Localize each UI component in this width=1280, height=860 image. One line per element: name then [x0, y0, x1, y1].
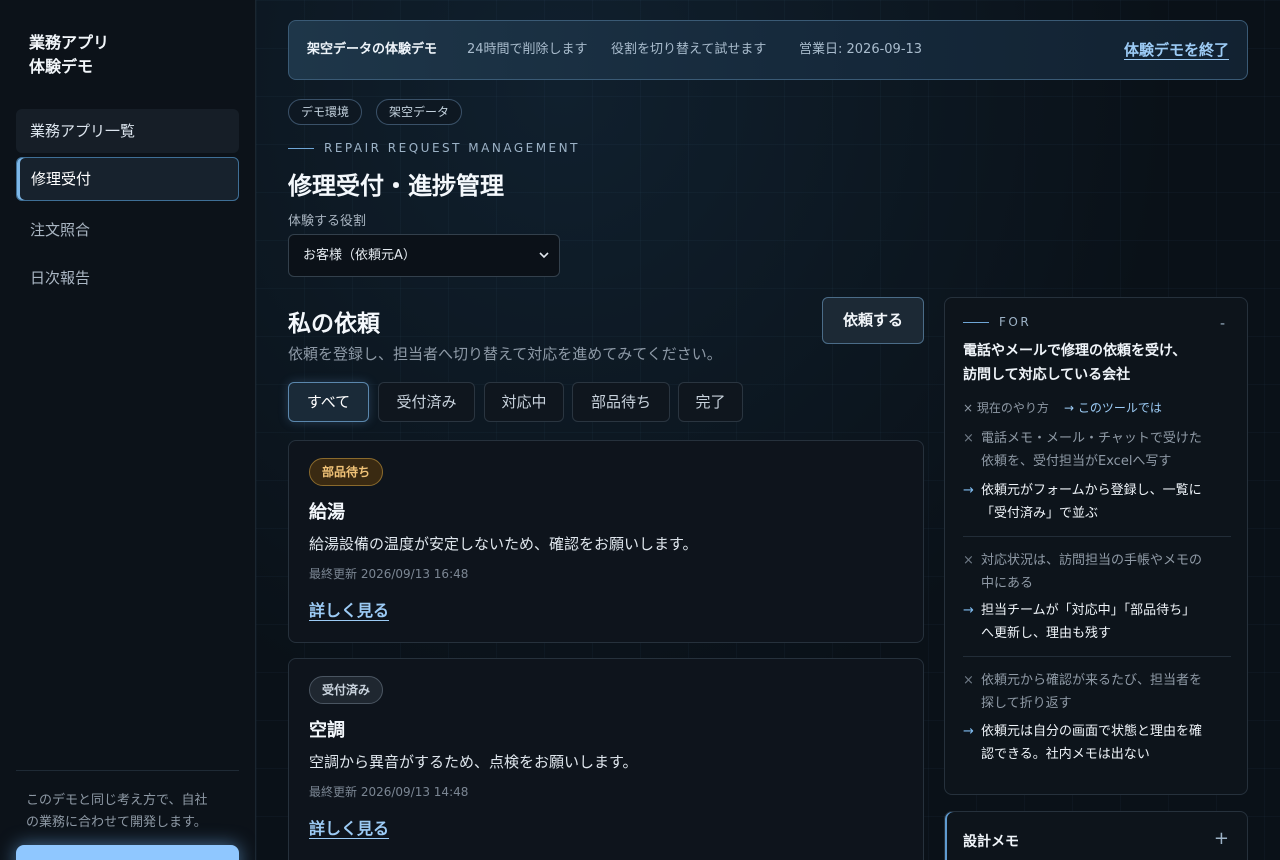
sidebar-cta-button[interactable]	[16, 845, 239, 860]
request-card: 受付済み 空調 空調から異音がするため、点検をお願いします。 最終更新 2026…	[288, 658, 924, 860]
sidebar-note-line-2: の業務に合わせて開発します。	[26, 815, 207, 830]
comparison-divider	[963, 536, 1231, 537]
comparison-divider	[963, 656, 1231, 657]
nav-item-order-matching[interactable]: 注文照合	[16, 208, 239, 252]
request-description: 給湯設備の温度が安定しないため、確認をお願いします。	[309, 535, 698, 553]
comparison-before-line-1: 依頼元から確認が来るたび、担当者を	[981, 673, 1203, 688]
new-request-button[interactable]: 依頼する	[822, 297, 924, 344]
comparison-before: × 依頼元から確認が来るたび、担当者を 探して折り返す	[963, 669, 1233, 715]
comparison-before-line-2: 中にある	[981, 576, 1034, 591]
chevron-down-icon	[539, 235, 549, 293]
comparison-before: × 対応状況は、訪問担当の手帳やメモの 中にある	[963, 549, 1233, 595]
legend-with-tool: → このツールでは	[1064, 401, 1162, 415]
filter-tab-all[interactable]: すべて	[288, 382, 369, 422]
for-heading-line-2: 訪問して対応している会社	[963, 367, 1131, 383]
role-select-value: お客様（依頼元A）	[303, 248, 416, 263]
request-title: 空調	[309, 720, 345, 741]
comparison-after-line-2: へ更新し、理由も残す	[981, 626, 1112, 641]
section-title: 私の依頼	[288, 311, 380, 337]
request-updated: 最終更新 2026/09/13 14:48	[309, 785, 469, 799]
comparison-after-line-2: 認できる。社内メモは出ない	[981, 747, 1150, 762]
detail-link[interactable]: 詳しく見る	[309, 815, 389, 839]
page-title: 修理受付・進捗管理	[288, 172, 504, 200]
request-description: 空調から異音がするため、点検をお願いします。	[309, 753, 638, 771]
role-label: 体験する役割	[288, 214, 367, 229]
demo-banner: 架空データの体験デモ 24時間で削除します 役割を切り替えて試せます 営業日: …	[288, 20, 1248, 80]
banner-role-notice: 役割を切り替えて試せます	[611, 42, 767, 57]
filter-tab-done[interactable]: 完了	[678, 382, 743, 422]
design-memo-title: 設計メモ	[963, 834, 1019, 850]
status-badge: 部品待ち	[309, 458, 384, 486]
for-heading-line-1: 電話やメールで修理の依頼を受け、	[963, 343, 1187, 359]
section-description: 依頼を登録し、担当者へ切り替えて対応を進めてみてください。	[288, 345, 722, 363]
cross-icon: ×	[963, 553, 974, 568]
request-updated: 最終更新 2026/09/13 16:48	[309, 567, 469, 581]
brand-line-2: 体験デモ	[29, 57, 94, 76]
sidebar-divider	[16, 770, 239, 771]
page-eyebrow: REPAIR REQUEST MANAGEMENT	[288, 141, 580, 155]
nav-item-daily-report[interactable]: 日次報告	[16, 256, 239, 300]
comparison-after: → 依頼元がフォームから登録し、一覧に 「受付済み」で並ぶ	[963, 479, 1233, 525]
chip-demo-env: デモ環境	[288, 99, 363, 125]
arrow-right-icon: →	[963, 483, 974, 498]
banner-delete-notice: 24時間で削除します	[467, 42, 588, 57]
brand: 業務アプリ 体験デモ	[29, 31, 109, 79]
filter-tab-awaiting-parts[interactable]: 部品待ち	[572, 382, 670, 422]
comparison-before-line-2: 依頼を、受付担当がExcelへ写す	[981, 454, 1172, 469]
comparison-before: × 電話メモ・メール・チャットで受けた 依頼を、受付担当がExcelへ写す	[963, 427, 1233, 473]
plus-icon[interactable]: +	[1214, 828, 1229, 849]
main-content: 架空データの体験デモ 24時間で削除します 役割を切り替えて試せます 営業日: …	[256, 0, 1280, 860]
design-memo-panel[interactable]: 設計メモ +	[944, 811, 1248, 860]
comparison-after-line-1: 依頼元は自分の画面で状態と理由を確	[981, 724, 1203, 739]
comparison-before-line-1: 電話メモ・メール・チャットで受けた	[981, 431, 1202, 446]
banner-business-date: 営業日: 2026-09-13	[799, 42, 923, 57]
target-company-panel: FOR - 電話やメールで修理の依頼を受け、 訪問して対応している会社 × 現在…	[944, 297, 1248, 795]
comparison-after-line-2: 「受付済み」で並ぶ	[981, 506, 1099, 521]
chip-fictional-data: 架空データ	[376, 99, 463, 125]
sidebar-note-line-1: このデモと同じ考え方で、自社	[26, 793, 208, 808]
arrow-right-icon: →	[963, 724, 974, 739]
request-title: 給湯	[309, 502, 345, 523]
comparison-after-line-1: 依頼元がフォームから登録し、一覧に	[981, 483, 1202, 498]
filter-tab-received[interactable]: 受付済み	[378, 382, 475, 422]
cross-icon: ×	[963, 673, 974, 688]
comparison-before-line-2: 探して折り返す	[981, 696, 1072, 711]
collapse-icon[interactable]: -	[1220, 316, 1225, 332]
filter-tab-in-progress[interactable]: 対応中	[484, 382, 564, 422]
comparison-after: → 担当チームが「対応中」「部品待ち」 へ更新し、理由も残す	[963, 599, 1233, 645]
sidebar-note: このデモと同じ考え方で、自社 の業務に合わせて開発します。	[26, 790, 231, 834]
comparison-after-line-1: 担当チームが「対応中」「部品待ち」	[981, 603, 1196, 618]
role-select[interactable]: お客様（依頼元A）	[288, 234, 560, 277]
for-heading: 電話やメールで修理の依頼を受け、 訪問して対応している会社	[963, 339, 1233, 387]
cross-icon: ×	[963, 431, 974, 446]
for-eyebrow: FOR	[963, 315, 1031, 329]
comparison-after: → 依頼元は自分の画面で状態と理由を確 認できる。社内メモは出ない	[963, 720, 1233, 766]
request-card: 部品待ち 給湯 給湯設備の温度が安定しないため、確認をお願いします。 最終更新 …	[288, 440, 924, 643]
nav-item-repair-intake[interactable]: 修理受付	[16, 157, 239, 201]
banner-title: 架空データの体験デモ	[307, 42, 438, 57]
status-badge: 受付済み	[309, 676, 384, 704]
end-demo-link[interactable]: 体験デモを終了	[1124, 21, 1229, 79]
brand-line-1: 業務アプリ	[29, 33, 110, 52]
comparison-before-line-1: 対応状況は、訪問担当の手帳やメモの	[981, 553, 1203, 568]
legend-current-way: × 現在のやり方	[963, 401, 1049, 415]
detail-link[interactable]: 詳しく見る	[309, 597, 389, 621]
nav-item-app-list[interactable]: 業務アプリ一覧	[16, 109, 239, 153]
arrow-right-icon: →	[963, 603, 974, 618]
sidebar: 業務アプリ 体験デモ 業務アプリ一覧 修理受付 注文照合 日次報告 このデモと同…	[0, 0, 256, 860]
